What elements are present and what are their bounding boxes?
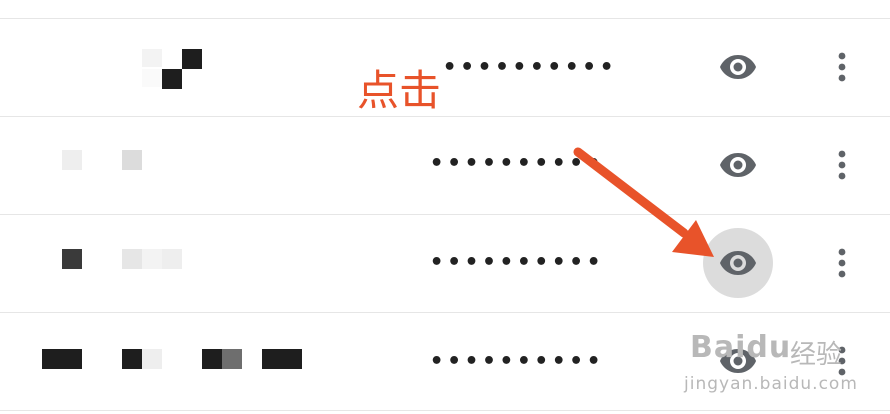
watermark-brand: Baidu [690,330,792,365]
watermark-name: 经验 [790,340,843,370]
baidu-watermark: Baidu 经验 jingyan.baidu.com [672,322,882,408]
watermark-url: jingyan.baidu.com [684,374,858,394]
